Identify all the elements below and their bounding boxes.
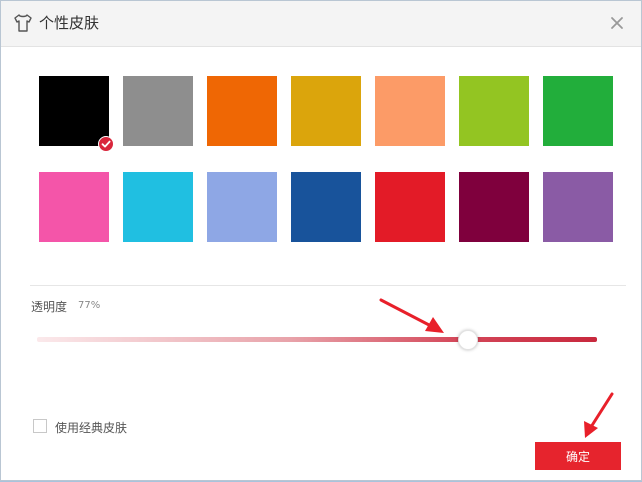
tshirt-icon: [14, 14, 32, 32]
divider: [30, 285, 626, 286]
color-swatch[interactable]: [543, 172, 613, 242]
annotation-arrow-slider: [379, 298, 444, 333]
opacity-slider-track[interactable]: [37, 337, 597, 342]
classic-skin-label: 使用经典皮肤: [55, 421, 128, 435]
color-swatch[interactable]: [459, 76, 529, 146]
color-swatch[interactable]: [375, 76, 445, 146]
color-swatch[interactable]: [207, 172, 277, 242]
color-swatch[interactable]: [459, 172, 529, 242]
classic-skin-checkbox[interactable]: [33, 419, 47, 433]
color-swatch[interactable]: [39, 76, 114, 152]
opacity-value: 77%: [78, 300, 101, 311]
dialog-title: 个性皮肤: [39, 14, 100, 32]
color-swatch[interactable]: [543, 76, 613, 146]
close-icon[interactable]: [609, 15, 625, 31]
skin-dialog: 个性皮肤 透明度 77% 使用经典皮肤 确定: [0, 0, 642, 481]
annotation-arrow-ok: [584, 392, 614, 438]
opacity-slider-thumb[interactable]: [458, 330, 479, 350]
color-swatch[interactable]: [291, 76, 361, 146]
opacity-label: 透明度: [31, 300, 68, 314]
color-swatch[interactable]: [123, 76, 193, 146]
color-swatch[interactable]: [207, 76, 277, 146]
color-swatch[interactable]: [123, 172, 193, 242]
check-icon: [98, 136, 114, 152]
dialog-titlebar: 个性皮肤: [1, 1, 641, 47]
color-swatch[interactable]: [375, 172, 445, 242]
color-swatch[interactable]: [39, 172, 109, 242]
ok-button[interactable]: 确定: [535, 442, 621, 470]
color-swatch[interactable]: [291, 172, 361, 242]
